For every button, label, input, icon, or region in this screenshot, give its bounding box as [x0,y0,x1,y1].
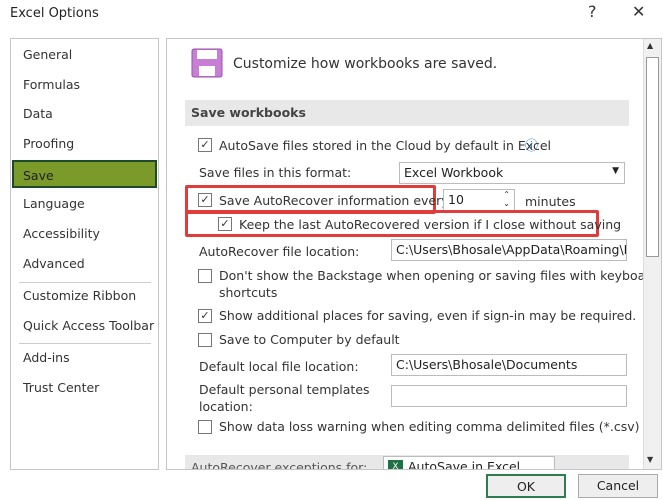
autorecover-checkbox[interactable]: ✓ [198,193,212,207]
save-to-computer-label: Save to Computer by default [219,332,400,347]
templates-location-input[interactable] [391,385,627,407]
help-button[interactable]: ? [588,2,597,21]
format-dropdown[interactable]: Excel Workbook ▼ [399,162,625,184]
page-header: Customize how workbooks are saved. [233,56,498,72]
info-icon[interactable]: ⓘ [525,135,538,154]
sidebar-item-advanced[interactable]: Advanced [12,250,157,278]
sidebar-item-save[interactable]: Save [12,160,157,188]
format-value: Excel Workbook [404,165,504,180]
autorecover-minutes-spinner[interactable]: 10 ⌃ ⌄ [443,189,515,211]
cancel-button[interactable]: Cancel [578,474,658,498]
chevron-down-icon: ▼ [612,166,619,176]
excel-icon: X [388,460,403,469]
section-save-workbooks: Save workbooks [185,100,629,126]
sidebar-item-data[interactable]: Data [12,100,157,128]
ar-location-input[interactable]: C:\Users\Bhosale\AppData\Roaming\M [391,239,627,261]
sidebar-item-formulas[interactable]: Formulas [12,71,157,99]
sidebar-item-proofing[interactable]: Proofing [12,130,157,158]
floppy-disk-icon [191,48,223,78]
sidebar-item-quick-access-toolbar[interactable]: Quick Access Toolbar [12,312,157,340]
sidebar-item-language[interactable]: Language [12,190,157,218]
ok-button[interactable]: OK [486,474,566,498]
csv-warning-checkbox[interactable] [198,420,212,434]
scrollbar-thumb[interactable] [646,57,659,257]
backstage-checkbox[interactable] [198,269,212,283]
minutes-value: 10 [448,192,464,207]
local-location-label: Default local file location: [199,359,359,374]
sidebar-item-accessibility[interactable]: Accessibility [12,220,157,248]
save-options-panel: Customize how workbooks are saved. Save … [166,38,662,470]
scrollbar[interactable]: ▲ ▼ [643,39,661,469]
templates-label: Default personal templates [199,382,370,397]
spinner-arrows-icon[interactable]: ⌃ ⌄ [503,190,510,208]
exceptions-value: AutoSave in Excel [408,459,521,470]
sidebar-item-trust-center[interactable]: Trust Center [12,374,157,402]
exceptions-label: AutoRecover exceptions for: [191,460,368,470]
sidebar-item-customize-ribbon[interactable]: Customize Ribbon [12,282,157,310]
backstage-label-2: shortcuts [219,285,278,300]
autorecover-label: Save AutoRecover information every [219,193,449,208]
exceptions-dropdown[interactable]: X AutoSave in Excel [383,456,555,470]
sidebar: General Formulas Data Proofing Save Lang… [10,38,159,470]
sidebar-item-general[interactable]: General [12,41,157,69]
scroll-down-icon[interactable]: ▼ [647,455,653,464]
save-to-computer-checkbox[interactable] [198,333,212,347]
window-title: Excel Options [10,6,99,21]
sidebar-item-add-ins[interactable]: Add-ins [12,344,157,372]
keep-last-label: Keep the last AutoRecovered version if I… [239,217,622,232]
format-label: Save files in this format: [199,165,352,180]
minutes-label: minutes [525,194,576,209]
scroll-up-icon[interactable]: ▲ [647,41,653,50]
close-button[interactable]: ✕ [632,2,645,21]
additional-places-label: Show additional places for saving, even … [219,308,637,323]
ar-location-label: AutoRecover file location: [199,244,360,259]
backstage-label: Don't show the Backstage when opening or… [219,268,659,283]
local-location-input[interactable]: C:\Users\Bhosale\Documents [391,354,627,376]
templates-label-2: location: [199,399,253,414]
keep-last-checkbox[interactable]: ✓ [218,217,232,231]
additional-places-checkbox[interactable]: ✓ [198,309,212,323]
autosave-cloud-checkbox[interactable]: ✓ [198,138,212,152]
autosave-cloud-label: AutoSave files stored in the Cloud by de… [219,138,552,153]
csv-warning-label: Show data loss warning when editing comm… [219,419,640,434]
